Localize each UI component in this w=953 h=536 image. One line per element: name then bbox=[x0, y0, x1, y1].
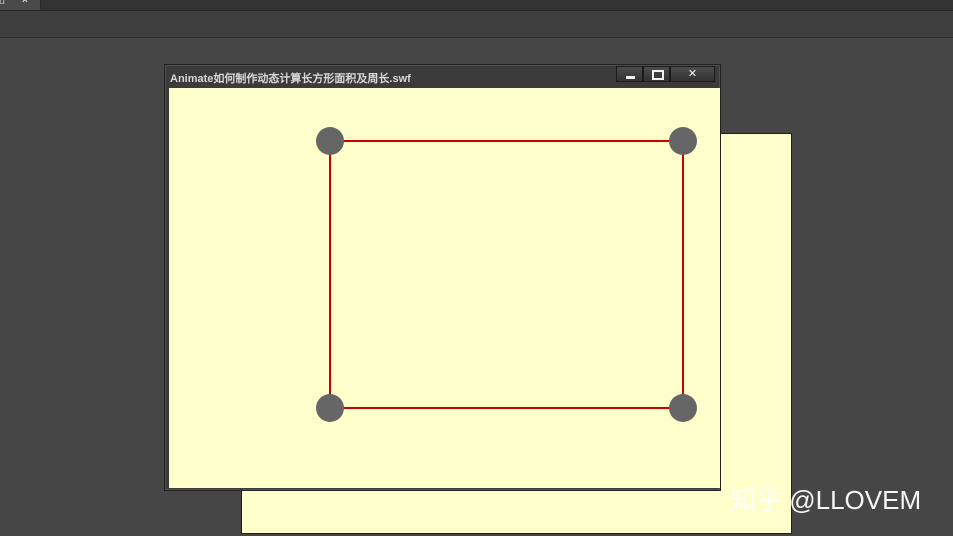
document-tab-label: ld bbox=[0, 0, 5, 7]
handle-bottom-left[interactable] bbox=[316, 394, 344, 422]
handle-top-right[interactable] bbox=[669, 127, 697, 155]
handle-bottom-right[interactable] bbox=[669, 394, 697, 422]
close-icon: ✕ bbox=[687, 68, 698, 80]
window-titlebar[interactable]: Animate如何制作动态计算长方形面积及周长.swf ✕ bbox=[165, 65, 720, 88]
minimize-icon bbox=[626, 76, 635, 79]
maximize-button[interactable] bbox=[643, 66, 670, 82]
document-tab[interactable]: ld × bbox=[0, 0, 41, 10]
window-title: Animate如何制作动态计算长方形面积及周长.swf bbox=[170, 73, 411, 85]
handle-top-left[interactable] bbox=[316, 127, 344, 155]
rectangle-outline bbox=[329, 140, 684, 409]
swf-player-window: Animate如何制作动态计算长方形面积及周长.swf ✕ bbox=[164, 64, 721, 491]
toolbar-strip bbox=[0, 11, 953, 38]
minimize-button[interactable] bbox=[616, 66, 643, 82]
document-tab-bar: ld × bbox=[0, 0, 953, 11]
maximize-icon bbox=[652, 70, 664, 80]
swf-content-area bbox=[169, 88, 720, 488]
tab-close-icon[interactable]: × bbox=[22, 0, 28, 6]
drawing-canvas bbox=[316, 127, 697, 422]
close-button[interactable]: ✕ bbox=[670, 66, 715, 82]
watermark-text: 知乎 @LLOVEM bbox=[730, 485, 922, 515]
